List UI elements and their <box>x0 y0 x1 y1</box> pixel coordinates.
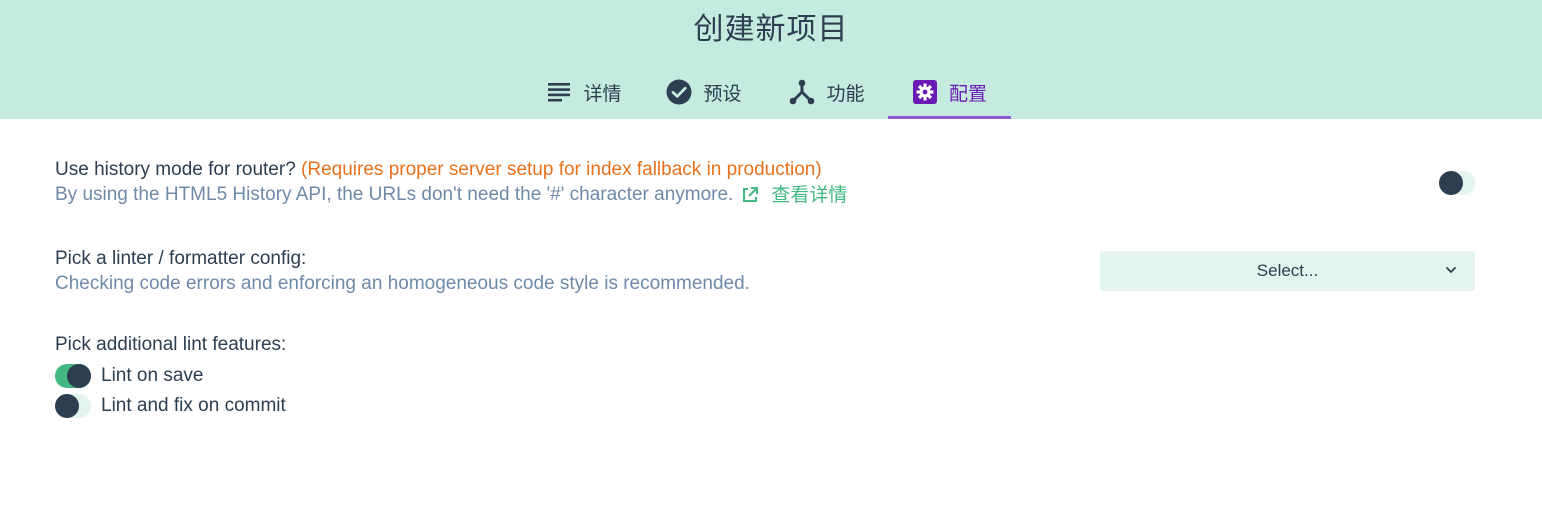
history-mode-prompt: Use history mode for router? (Requires p… <box>55 158 847 208</box>
lint-features-prompt: Pick additional lint features: <box>55 333 286 357</box>
lint-fix-on-commit-toggle[interactable] <box>55 394 91 418</box>
more-info-link[interactable]: 查看详情 <box>741 182 847 208</box>
toggle-knob <box>67 364 91 388</box>
list-icon <box>546 79 572 105</box>
external-link-icon <box>741 186 759 204</box>
history-mode-toggle[interactable] <box>1439 171 1475 195</box>
toggle-knob <box>55 394 79 418</box>
warning-text: (Requires proper server setup for index … <box>301 159 822 180</box>
tab-label: 详情 <box>583 82 622 105</box>
tab-details[interactable]: 详情 <box>535 68 633 116</box>
header-bar: 创建新项目 详情 预设 功能 配置 <box>0 0 1542 119</box>
tab-label: 功能 <box>826 82 865 105</box>
check-circle-icon <box>666 79 692 105</box>
tab-label: 预设 <box>703 82 742 105</box>
tab-presets[interactable]: 预设 <box>655 68 753 116</box>
linter-prompt: Pick a linter / formatter config: Checki… <box>55 247 750 297</box>
chevron-down-icon <box>1445 264 1457 276</box>
linter-description: Checking code errors and enforcing an ho… <box>55 273 750 294</box>
tab-config[interactable]: 配置 <box>888 68 1011 119</box>
history-mode-question: Use history mode for router? (Requires p… <box>55 158 847 182</box>
lint-features-question: Pick additional lint features: <box>55 334 287 355</box>
toggle-knob <box>1439 171 1463 195</box>
lint-on-save-option[interactable]: Lint on save <box>55 364 203 388</box>
question-text: Use history mode for router? <box>55 159 296 180</box>
description-text: By using the HTML5 History API, the URLs… <box>55 184 734 205</box>
page-title: 创建新项目 <box>693 12 849 47</box>
lint-fix-on-commit-option[interactable]: Lint and fix on commit <box>55 394 286 418</box>
fork-icon <box>789 79 815 105</box>
tab-features[interactable]: 功能 <box>776 68 878 116</box>
option-label: Lint and fix on commit <box>101 395 286 416</box>
lint-on-save-toggle[interactable] <box>55 364 91 388</box>
gear-icon <box>912 79 938 105</box>
history-mode-description: By using the HTML5 History API, the URLs… <box>55 182 847 208</box>
tab-label: 配置 <box>948 82 987 105</box>
more-info-label: 查看详情 <box>771 184 848 206</box>
linter-select[interactable]: Select... <box>1100 251 1475 291</box>
select-value: Select... <box>1256 261 1319 280</box>
linter-question: Pick a linter / formatter config: <box>55 248 307 269</box>
tab-bar: 详情 预设 功能 配置 <box>0 68 1542 119</box>
option-label: Lint on save <box>101 365 204 386</box>
